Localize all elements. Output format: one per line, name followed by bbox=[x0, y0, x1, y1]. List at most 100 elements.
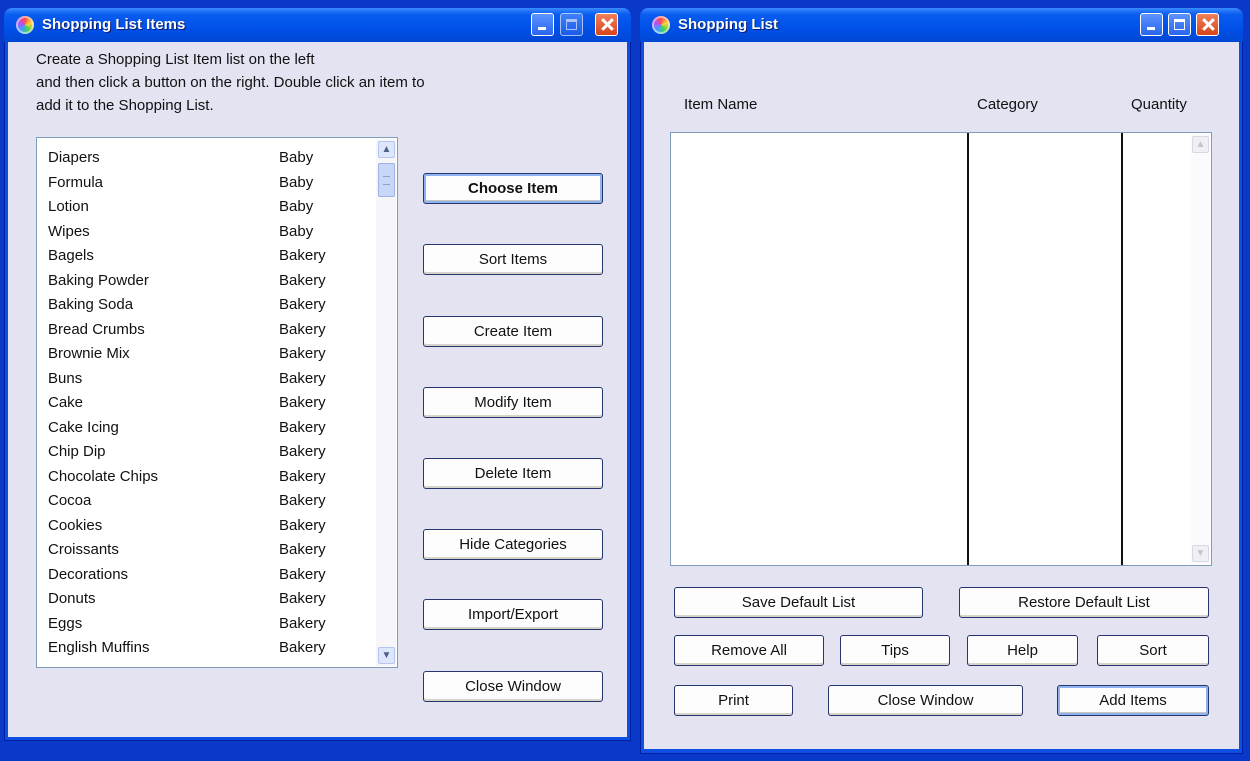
list-item[interactable]: Eggs Bakery bbox=[48, 613, 378, 637]
instruction-line: and then click a button on the right. Do… bbox=[36, 74, 425, 91]
shopping-list-table[interactable]: ▲ ▼ bbox=[670, 132, 1212, 566]
scrollbar-thumb[interactable] bbox=[378, 163, 395, 197]
title-bar[interactable]: Shopping List bbox=[640, 8, 1243, 42]
list-item[interactable]: Baking Soda Bakery bbox=[48, 294, 378, 318]
item-name: Croissants bbox=[48, 541, 119, 558]
instruction-line: Create a Shopping List Item list on the … bbox=[36, 51, 315, 68]
item-name: Lotion bbox=[48, 198, 89, 215]
close-icon[interactable] bbox=[595, 13, 618, 36]
item-name: Chip Dip bbox=[48, 443, 106, 460]
item-category: Baby bbox=[279, 173, 314, 191]
item-category: Baby bbox=[279, 198, 314, 215]
list-item[interactable]: Wipes Baby bbox=[48, 221, 378, 245]
list-item[interactable]: Cookies Bakery bbox=[48, 515, 378, 539]
item-name: Baking Powder bbox=[48, 271, 149, 289]
item-name: Cake Icing bbox=[48, 418, 119, 436]
scroll-down-icon[interactable]: ▼ bbox=[378, 647, 395, 664]
item-name: Eggs bbox=[48, 614, 83, 632]
list-item[interactable]: Decorations Bakery bbox=[48, 564, 378, 588]
item-name: Bread Crumbs bbox=[48, 320, 145, 338]
item-category: Bakery bbox=[279, 639, 326, 656]
item-category: Bakery bbox=[279, 418, 326, 436]
item-category: Bakery bbox=[279, 565, 326, 583]
delete-item-button[interactable]: Delete Item bbox=[423, 458, 603, 489]
close-icon[interactable] bbox=[1196, 13, 1219, 36]
close-window-button[interactable]: Close Window bbox=[423, 671, 603, 702]
item-category: Bakery bbox=[279, 590, 326, 607]
item-category: Bakery bbox=[279, 369, 326, 387]
item-category: Baby bbox=[279, 149, 314, 166]
tips-button[interactable]: Tips bbox=[840, 635, 950, 666]
minimize-icon[interactable] bbox=[1140, 13, 1163, 36]
minimize-icon[interactable] bbox=[531, 13, 554, 36]
item-listbox[interactable]: Diapers Baby Formula Baby Lotion Baby Wipes Bab… bbox=[36, 137, 398, 668]
app-icon bbox=[652, 16, 670, 34]
column-divider bbox=[967, 133, 969, 565]
list-item[interactable]: Lotion Baby bbox=[48, 196, 378, 220]
scroll-up-icon[interactable]: ▲ bbox=[378, 141, 395, 158]
item-category: Bakery bbox=[279, 296, 326, 313]
item-name: Decorations bbox=[48, 565, 129, 583]
list-item[interactable]: Bread Crumbs Bakery bbox=[48, 319, 378, 343]
item-name: English Muffins bbox=[48, 639, 150, 656]
vertical-scrollbar[interactable]: ▲ ▼ bbox=[1190, 134, 1210, 564]
remove-all-button[interactable]: Remove All bbox=[674, 635, 824, 666]
list-item[interactable]: Cake Bakery bbox=[48, 392, 378, 416]
list-item[interactable]: Croissants Bakery bbox=[48, 539, 378, 563]
item-name: Donuts bbox=[48, 590, 96, 607]
list-item[interactable]: Cocoa Bakery bbox=[48, 490, 378, 514]
item-category: Bakery bbox=[279, 247, 326, 264]
list-item[interactable]: English Muffins Bakery bbox=[48, 637, 378, 661]
print-button[interactable]: Print bbox=[674, 685, 793, 716]
item-name: Cookies bbox=[48, 516, 103, 534]
item-name: Brownie Mix bbox=[48, 345, 130, 362]
list-item[interactable]: Brownie Mix Bakery bbox=[48, 343, 378, 367]
list-item[interactable]: Formula Baby bbox=[48, 172, 378, 196]
help-button[interactable]: Help bbox=[967, 635, 1078, 666]
sort-button[interactable]: Sort bbox=[1097, 635, 1209, 666]
import-export-button[interactable]: Import/Export bbox=[423, 599, 603, 630]
item-category: Bakery bbox=[279, 467, 326, 485]
choose-item-button[interactable]: Choose Item bbox=[423, 173, 603, 204]
window-title: Shopping List bbox=[678, 16, 778, 33]
item-name: Baking Soda bbox=[48, 296, 134, 313]
item-category: Bakery bbox=[279, 492, 326, 509]
list-item[interactable]: Buns Bakery bbox=[48, 368, 378, 392]
sort-items-button[interactable]: Sort Items bbox=[423, 244, 603, 275]
save-default-list-button[interactable]: Save Default List bbox=[674, 587, 923, 618]
item-name: Formula bbox=[48, 173, 104, 191]
item-category: Bakery bbox=[279, 614, 326, 632]
instructions: Create a Shopping List Item list on the … bbox=[36, 48, 556, 117]
scroll-down-icon[interactable]: ▼ bbox=[1192, 545, 1209, 562]
maximize-icon[interactable] bbox=[560, 13, 583, 36]
item-category: Baby bbox=[279, 222, 314, 240]
column-header-quantity[interactable]: Quantity bbox=[1131, 96, 1187, 113]
maximize-icon[interactable] bbox=[1168, 13, 1191, 36]
app-icon bbox=[16, 16, 34, 34]
create-item-button[interactable]: Create Item bbox=[423, 316, 603, 347]
item-category: Bakery bbox=[279, 345, 326, 362]
item-name: Bagels bbox=[48, 247, 94, 264]
list-item[interactable]: Cake Icing Bakery bbox=[48, 417, 378, 441]
list-item[interactable]: Chocolate Chips Bakery bbox=[48, 466, 378, 490]
item-category: Bakery bbox=[279, 541, 326, 558]
add-items-button[interactable]: Add Items bbox=[1057, 685, 1209, 716]
restore-default-list-button[interactable]: Restore Default List bbox=[959, 587, 1209, 618]
vertical-scrollbar[interactable]: ▲ ▼ bbox=[376, 139, 396, 666]
list-item[interactable]: Diapers Baby bbox=[48, 147, 378, 171]
column-header-item-name[interactable]: Item Name bbox=[684, 96, 757, 113]
scroll-up-icon[interactable]: ▲ bbox=[1192, 136, 1209, 153]
column-header-category[interactable]: Category bbox=[977, 96, 1038, 113]
title-bar[interactable]: Shopping List Items bbox=[4, 8, 631, 42]
item-name: Buns bbox=[48, 369, 83, 387]
list-item[interactable]: Donuts Bakery bbox=[48, 588, 378, 612]
modify-item-button[interactable]: Modify Item bbox=[423, 387, 603, 418]
hide-categories-button[interactable]: Hide Categories bbox=[423, 529, 603, 560]
close-window-button[interactable]: Close Window bbox=[828, 685, 1023, 716]
list-item[interactable]: Baking Powder Bakery bbox=[48, 270, 378, 294]
list-item[interactable]: Bagels Bakery bbox=[48, 245, 378, 269]
item-category: Bakery bbox=[279, 516, 326, 534]
list-item[interactable]: Chip Dip Bakery bbox=[48, 441, 378, 465]
item-name: Wipes bbox=[48, 222, 90, 240]
item-category: Bakery bbox=[279, 394, 326, 411]
